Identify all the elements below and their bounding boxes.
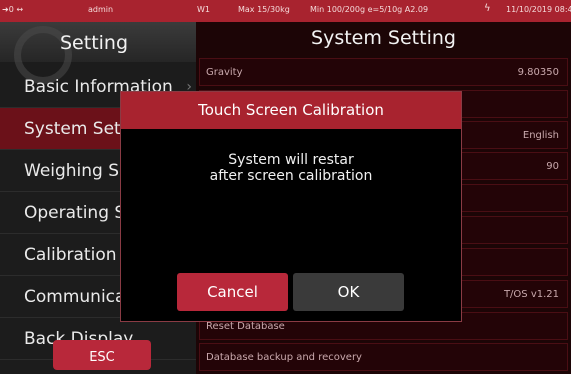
ok-button[interactable]: OK bbox=[293, 273, 404, 311]
modal-overlay: Touch Screen Calibration System will res… bbox=[0, 0, 571, 374]
calibration-dialog: Touch Screen Calibration System will res… bbox=[120, 91, 462, 322]
cancel-button[interactable]: Cancel bbox=[177, 273, 288, 311]
dialog-title: Touch Screen Calibration bbox=[121, 92, 461, 129]
dialog-message-line: System will restar bbox=[228, 152, 354, 168]
dialog-message: System will restar after screen calibrat… bbox=[121, 152, 461, 184]
dialog-message-line: after screen calibration bbox=[209, 168, 373, 184]
